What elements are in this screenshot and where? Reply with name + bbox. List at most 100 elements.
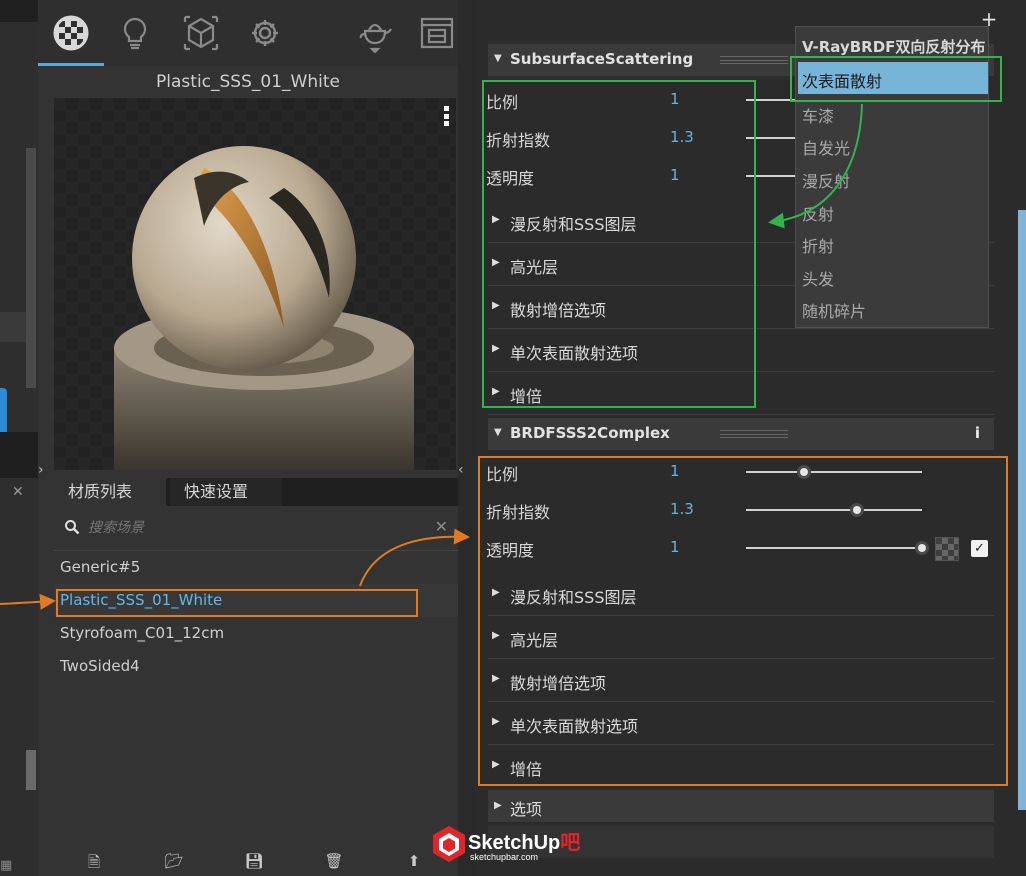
group-label: 增倍	[510, 760, 543, 779]
prop-value[interactable]: 1.3	[670, 128, 694, 146]
expand-triangle-icon: ▶	[492, 343, 500, 354]
new-file-icon[interactable]: 🗎	[84, 852, 104, 872]
slider-knob[interactable]	[915, 541, 929, 555]
section-title: BRDFSSS2Complex	[510, 424, 670, 442]
expand-triangle-icon: ▶	[492, 587, 500, 598]
info-icon[interactable]: i	[975, 424, 980, 442]
preview-title: Plastic_SSS_01_White	[156, 72, 340, 92]
list-item[interactable]: Generic#5	[54, 551, 458, 584]
list-bottom-toolbar: 🗎 📂︎ 💾︎ 🗑︎ ⬆	[54, 846, 458, 876]
group-scatter-multiplier[interactable]: ▶ 散射增倍选项	[488, 660, 994, 702]
prop-value[interactable]: 1	[670, 538, 680, 556]
render-window-icon[interactable]	[412, 8, 462, 58]
dropdown-item[interactable]: 随机碎片	[802, 298, 866, 322]
group-single-scatter[interactable]: ▶ 单次表面散射选项	[488, 330, 994, 372]
close-icon[interactable]: ✕	[12, 484, 24, 500]
left-strip-band	[0, 312, 26, 342]
dropdown-item[interactable]: 车漆	[802, 103, 834, 127]
drag-handle-icon[interactable]	[720, 56, 788, 64]
section-header-brdfsss2complex[interactable]: ▼ BRDFSSS2Complex i	[488, 418, 994, 450]
options-section-header[interactable]: ▶ 选项	[488, 790, 994, 822]
watermark-name-suffix: 吧	[560, 832, 581, 854]
slider-track[interactable]	[746, 547, 922, 549]
teapot-icon[interactable]	[350, 8, 400, 58]
group-label: 高光层	[510, 258, 559, 277]
group-multiplier[interactable]: ▶ 增倍	[488, 373, 994, 415]
group-diffuse-sss-layers[interactable]: ▶ 漫反射和SSS图层	[488, 574, 994, 616]
preview-more-icon[interactable]	[444, 106, 450, 126]
prop-value[interactable]: 1	[670, 166, 680, 184]
left-strip-topbar	[0, 0, 38, 22]
expand-triangle-icon: ▶	[492, 386, 500, 397]
group-label: 高光层	[510, 631, 559, 650]
prop-value[interactable]: 1	[670, 462, 680, 480]
slider-track[interactable]	[746, 137, 796, 139]
list-item[interactable]: Styrofoam_C01_12cm	[54, 617, 458, 650]
material-sphere-icon[interactable]	[46, 8, 96, 58]
dropdown-item[interactable]: 折射	[802, 233, 834, 257]
apply-brush-icon[interactable]: ⬆	[404, 852, 424, 872]
prop-value[interactable]: 1	[670, 90, 680, 108]
sketchupbar-watermark: SketchUp吧 sketchupbar.com	[430, 822, 600, 872]
save-disk-icon[interactable]: 💾︎	[244, 852, 264, 872]
slider-track[interactable]	[746, 175, 796, 177]
geometry-cube-icon[interactable]	[176, 8, 226, 58]
open-folder-icon[interactable]: 📂︎	[164, 852, 184, 872]
dropdown-item-selected[interactable]: 次表面散射	[798, 62, 988, 94]
left-strip-dark-area	[0, 432, 38, 478]
collapse-right-chevron-icon[interactable]: ‹	[458, 462, 472, 486]
prop-name: 透明度	[486, 541, 535, 560]
group-multiplier[interactable]: ▶ 增倍	[488, 746, 994, 788]
slider-track[interactable]	[746, 471, 922, 473]
prop-name: 透明度	[486, 169, 535, 188]
slider-track[interactable]	[746, 509, 922, 511]
expand-triangle-icon: ▶	[492, 300, 500, 311]
search-input[interactable]	[88, 516, 418, 540]
collapse-left-chevron-icon[interactable]: ›	[38, 462, 52, 482]
list-item[interactable]: TwoSided4	[54, 650, 458, 683]
left-scrollbar[interactable]	[26, 148, 36, 388]
delete-trash-icon[interactable]: 🗑︎	[324, 852, 344, 872]
grid-icon[interactable]: ▦	[0, 858, 14, 873]
dropdown-header[interactable]: V-RayBRDF双向反射分布	[802, 36, 985, 57]
slider-track[interactable]	[746, 99, 796, 101]
left-scrollbar-lower[interactable]	[26, 750, 36, 790]
group-specular-layer[interactable]: ▶ 高光层	[488, 617, 994, 659]
expand-triangle-icon: ▶	[492, 716, 500, 727]
search-icon	[65, 520, 80, 535]
clear-search-icon[interactable]: ✕	[435, 517, 448, 536]
section-title: SubsurfaceScattering	[510, 50, 694, 68]
section-title: 选项	[510, 800, 543, 819]
slider-knob[interactable]	[797, 465, 812, 479]
asset-toolbar	[38, 0, 458, 66]
enable-checkbox[interactable]: ✓	[971, 540, 988, 557]
collapse-triangle-icon: ▼	[494, 427, 502, 438]
prop-row-ior: 折射指数 1.3	[484, 491, 996, 529]
prop-row-transparency: 透明度 1	[484, 529, 996, 567]
drag-handle-icon[interactable]	[720, 430, 788, 438]
light-bulb-icon[interactable]	[110, 8, 160, 58]
prop-name: 折射指数	[486, 131, 551, 150]
material-tabs: 材质列表 快速设置	[54, 478, 458, 506]
watermark-text: SketchUp吧	[468, 826, 580, 855]
right-edge-scrollbar[interactable]	[1018, 210, 1026, 810]
expand-triangle-icon: ▶	[492, 630, 500, 641]
list-item-selected[interactable]: Plastic_SSS_01_White	[54, 584, 458, 617]
prop-value[interactable]: 1.3	[670, 500, 694, 518]
texture-map-slot[interactable]	[935, 537, 959, 561]
group-label: 漫反射和SSS图层	[510, 588, 637, 607]
tab-material-list[interactable]: 材质列表	[54, 478, 166, 506]
dropdown-item-label: 次表面散射	[802, 72, 883, 91]
group-single-scatter[interactable]: ▶ 单次表面散射选项	[488, 703, 994, 745]
prop-name: 折射指数	[486, 503, 551, 522]
dropdown-item[interactable]: 漫反射	[802, 168, 850, 192]
dropdown-item[interactable]: 反射	[802, 201, 834, 225]
tab-quick-settings[interactable]: 快速设置	[170, 478, 282, 506]
dropdown-item[interactable]: 自发光	[802, 135, 850, 159]
settings-gear-icon[interactable]	[240, 8, 290, 58]
slider-knob[interactable]	[849, 503, 864, 517]
group-label: 单次表面散射选项	[510, 717, 639, 736]
group-label: 漫反射和SSS图层	[510, 215, 637, 234]
dropdown-item[interactable]: 头发	[802, 266, 834, 290]
group-label: 散射增倍选项	[510, 301, 607, 320]
